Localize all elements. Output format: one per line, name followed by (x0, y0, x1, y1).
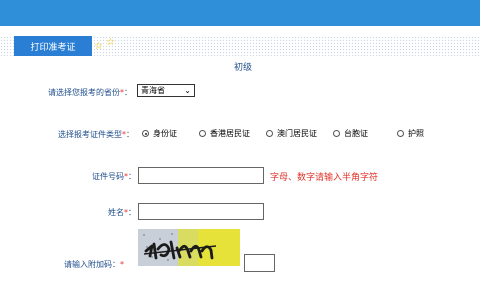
province-select[interactable]: 青海省 ⌄ (137, 84, 195, 97)
captcha-label: 请输入附加码：* (64, 260, 124, 269)
radio-macau-resident[interactable]: 澳门居民证 (266, 128, 317, 139)
captcha-image[interactable] (138, 229, 240, 266)
name-label: 姓名*： (108, 208, 136, 217)
radio-id-card[interactable]: 身份证 (142, 128, 177, 139)
captcha-input[interactable] (244, 254, 275, 272)
province-selected-value: 青海省 (141, 86, 165, 95)
radio-circle[interactable] (266, 130, 273, 137)
chevron-down-icon: ⌄ (184, 86, 191, 95)
province-label: 请选择您报考的省份*： (48, 88, 132, 97)
id-number-input[interactable] (138, 167, 264, 184)
tab-label: 打印准考证 (30, 42, 76, 53)
radio-circle[interactable] (199, 130, 206, 137)
id-type-label: 选择报考证件类型*： (58, 130, 134, 139)
star-icon: ☆ (94, 41, 103, 52)
radio-passport[interactable]: 护照 (397, 128, 424, 139)
top-header-bar (0, 0, 480, 26)
id-type-radio-group: 身份证 香港居民证 澳门居民证 台胞证 护照 (142, 128, 480, 142)
name-input[interactable] (138, 203, 264, 220)
tab-print-admission-ticket[interactable]: 打印准考证 (14, 36, 92, 56)
page-title: 初级 (234, 63, 253, 73)
id-number-label: 证件号码*： (92, 172, 136, 181)
radio-hk-resident[interactable]: 香港居民证 (199, 128, 250, 139)
star-icon: ☆ (106, 37, 115, 48)
radio-circle[interactable] (333, 130, 340, 137)
radio-circle-selected[interactable] (142, 130, 149, 137)
radio-taiwan-permit[interactable]: 台胞证 (333, 128, 368, 139)
radio-circle[interactable] (397, 130, 404, 137)
id-number-hint: 字母、数字请输入半角字符 (270, 173, 379, 183)
